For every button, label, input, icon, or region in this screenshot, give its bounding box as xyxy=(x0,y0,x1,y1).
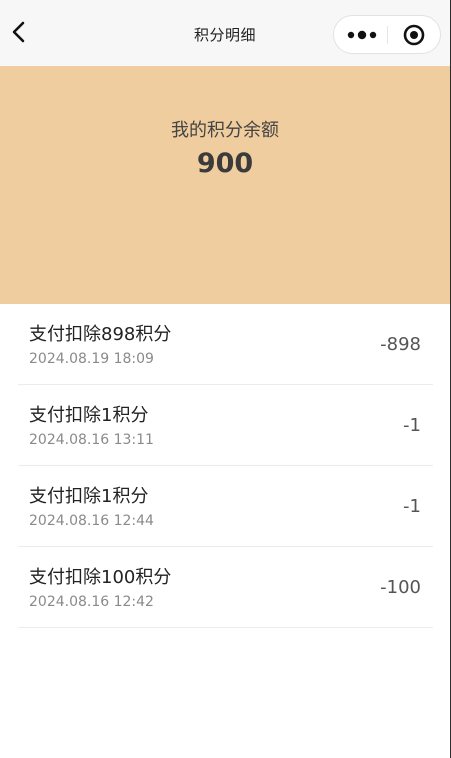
target-icon xyxy=(403,24,425,46)
list-item[interactable]: 支付扣除1积分 2024.08.16 12:44 -1 xyxy=(18,466,433,547)
close-mini-program-button[interactable] xyxy=(402,23,426,47)
page: 积分明细 我的积分余额 900 支付扣除898积分 2024.08.19 18:… xyxy=(0,0,451,758)
record-amount: -1 xyxy=(403,415,421,436)
record-time: 2024.08.16 12:44 xyxy=(29,513,154,529)
list-item[interactable]: 支付扣除898积分 2024.08.19 18:09 -898 xyxy=(18,304,433,385)
record-time: 2024.08.19 18:09 xyxy=(29,351,154,367)
points-record-list: 支付扣除898积分 2024.08.19 18:09 -898 支付扣除1积分 … xyxy=(18,304,433,628)
record-amount: -898 xyxy=(380,334,421,355)
record-time: 2024.08.16 13:11 xyxy=(29,432,154,448)
record-title: 支付扣除1积分 xyxy=(29,486,149,507)
record-title: 支付扣除1积分 xyxy=(29,405,149,426)
mini-program-capsule xyxy=(333,15,441,54)
more-dots-icon xyxy=(347,30,377,40)
list-item[interactable]: 支付扣除100积分 2024.08.16 12:42 -100 xyxy=(18,547,433,628)
balance-banner: 我的积分余额 900 xyxy=(0,66,450,304)
more-button[interactable] xyxy=(346,27,380,43)
nav-bar: 积分明细 xyxy=(0,0,450,66)
record-title: 支付扣除100积分 xyxy=(29,567,172,588)
capsule-divider xyxy=(387,26,388,44)
list-item[interactable]: 支付扣除1积分 2024.08.16 13:11 -1 xyxy=(18,385,433,466)
balance-label: 我的积分余额 xyxy=(171,120,279,141)
balance-value: 900 xyxy=(196,148,254,179)
record-amount: -1 xyxy=(403,496,421,517)
record-amount: -100 xyxy=(380,577,421,598)
record-title: 支付扣除898积分 xyxy=(29,324,172,345)
record-time: 2024.08.16 12:42 xyxy=(29,594,154,610)
